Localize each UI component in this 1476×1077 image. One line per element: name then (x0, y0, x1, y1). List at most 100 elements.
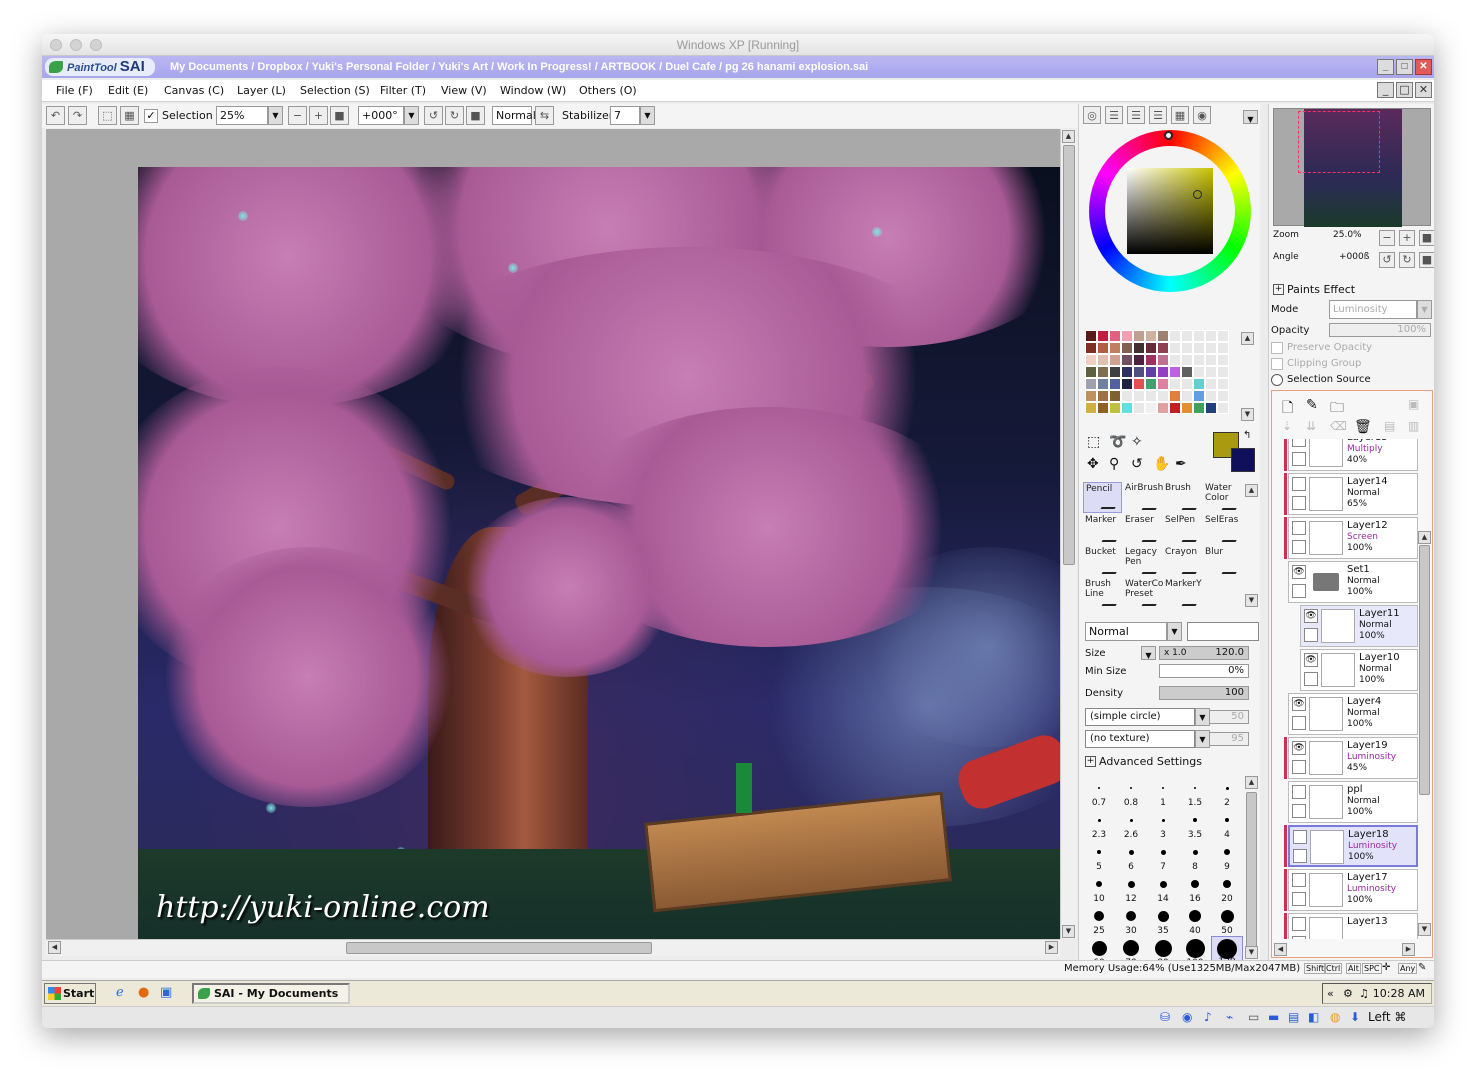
swatch-scroll-down-icon[interactable]: ▼ (1241, 408, 1254, 421)
lock-toggle[interactable] (1292, 804, 1306, 818)
network-adapter-icon[interactable]: ▤ (1288, 1010, 1299, 1024)
shape-dropdown-icon[interactable]: ▼ (1195, 708, 1210, 726)
tool-pencil[interactable]: Pencil (1083, 482, 1122, 513)
color-swatch[interactable] (1193, 390, 1205, 402)
scroll-right-icon[interactable]: ▶ (1045, 941, 1058, 954)
layer-row[interactable]: 👁 Layer10 Normal 100% (1300, 649, 1418, 691)
color-swatch[interactable] (1169, 366, 1181, 378)
brush-size-preset[interactable]: 0.8 (1115, 776, 1147, 808)
color-wheel[interactable] (1089, 130, 1251, 292)
color-swatch[interactable] (1193, 354, 1205, 366)
color-swatch[interactable] (1205, 342, 1217, 354)
brush-size-preset[interactable]: 1.5 (1179, 776, 1211, 808)
brush-size-preset[interactable]: 4 (1211, 808, 1243, 840)
color-swatch[interactable] (1217, 402, 1229, 414)
menu-layer[interactable]: Layer (L) (237, 84, 286, 97)
tool-brush-line[interactable]: Brush Line (1083, 578, 1123, 609)
advanced-settings-label[interactable]: Advanced Settings (1099, 755, 1202, 768)
color-swatch[interactable] (1085, 402, 1097, 414)
color-swatch[interactable] (1217, 366, 1229, 378)
color-swatch[interactable] (1109, 366, 1121, 378)
nav-rotate-right-icon[interactable]: ↻ (1399, 252, 1415, 268)
color-swatch[interactable] (1145, 402, 1157, 414)
menu-view[interactable]: View (V) (441, 84, 487, 97)
invert-selection-icon[interactable]: ▦ (120, 106, 139, 125)
brush-size-preset[interactable]: 10 (1083, 872, 1115, 904)
color-swatch[interactable] (1085, 390, 1097, 402)
shape-strength[interactable]: 50 (1209, 710, 1249, 724)
navigator-thumbnail[interactable] (1273, 108, 1431, 227)
start-button[interactable]: Start (44, 983, 96, 1004)
lock-toggle[interactable] (1292, 540, 1306, 554)
tool-scroll-down-icon[interactable]: ▼ (1245, 594, 1258, 607)
color-swatch[interactable] (1121, 378, 1133, 390)
color-swatch[interactable] (1085, 366, 1097, 378)
visibility-toggle[interactable] (1292, 477, 1306, 491)
brush-size-preset[interactable]: 50 (1211, 904, 1243, 936)
show-desktop-icon[interactable]: ▣ (160, 985, 172, 1000)
network-icon[interactable]: ⚙ (1343, 984, 1353, 1003)
menu-selection[interactable]: Selection (S) (300, 84, 370, 97)
color-swatch[interactable] (1109, 378, 1121, 390)
artwork[interactable]: http://yuki-online.com (138, 167, 1060, 939)
angle-dropdown-icon[interactable]: ▼ (404, 106, 419, 125)
nav-zoom-reset-icon[interactable]: ■ (1419, 230, 1434, 246)
color-swatch[interactable] (1205, 402, 1217, 414)
color-swatch[interactable] (1133, 390, 1145, 402)
color-swatch[interactable] (1181, 402, 1193, 414)
tool-legacy-pen[interactable]: Legacy Pen (1123, 546, 1163, 577)
brush-size-preset[interactable]: 16 (1179, 872, 1211, 904)
layer-row[interactable]: 👁 Layer4 Normal 100% (1288, 693, 1418, 735)
menu-window[interactable]: Window (W) (500, 84, 566, 97)
swap-colors-icon[interactable]: ↰ (1243, 430, 1251, 441)
doc-close-button[interactable]: ✕ (1415, 82, 1432, 98)
color-swatch[interactable] (1145, 330, 1157, 342)
clear-layer-icon[interactable]: ⌫ (1330, 419, 1347, 433)
layer-row[interactable]: Layer17 Luminosity 100% (1288, 869, 1418, 911)
color-wheel-tab-icon[interactable]: ◎ (1083, 106, 1101, 124)
brush-blend-select[interactable]: Normal (1085, 622, 1167, 641)
scroll-thumb[interactable] (346, 942, 652, 954)
tool-empty[interactable] (1203, 578, 1242, 609)
layer-row[interactable]: Layer14 Normal 65% (1288, 473, 1418, 515)
color-swatch[interactable] (1085, 354, 1097, 366)
color-swatch[interactable] (1193, 330, 1205, 342)
color-swatch[interactable] (1109, 354, 1121, 366)
magic-wand-icon[interactable]: ✧ (1131, 434, 1143, 450)
brush-size-preset[interactable]: 9 (1211, 840, 1243, 872)
color-swatch[interactable] (1169, 354, 1181, 366)
hdd-icon[interactable]: ⛁ (1160, 1010, 1170, 1024)
color-swatch[interactable] (1133, 330, 1145, 342)
color-swatch[interactable] (1205, 354, 1217, 366)
rgb-slider-tab-icon[interactable]: ☰ (1105, 106, 1123, 124)
dots-scroll-thumb[interactable] (1246, 792, 1257, 952)
menu-others[interactable]: Others (O) (579, 84, 637, 97)
color-swatch[interactable] (1217, 390, 1229, 402)
color-swatch[interactable] (1217, 354, 1229, 366)
color-swatch[interactable] (1145, 378, 1157, 390)
brush-size-preset[interactable]: 6 (1115, 840, 1147, 872)
firefox-icon[interactable]: ● (138, 985, 149, 1000)
color-swatch[interactable] (1181, 366, 1193, 378)
tray-expand-icon[interactable]: « (1327, 984, 1334, 1003)
brush-size-preset[interactable]: 20 (1211, 872, 1243, 904)
color-swatch[interactable] (1181, 390, 1193, 402)
color-swatch[interactable] (1169, 390, 1181, 402)
eye-icon[interactable]: 👁 (1292, 697, 1306, 711)
color-swatch[interactable] (1145, 390, 1157, 402)
layer-scroll-thumb[interactable] (1419, 545, 1430, 795)
close-traffic-light[interactable] (50, 39, 62, 51)
brush-size-preset[interactable]: 14 (1147, 872, 1179, 904)
tool-markery[interactable]: MarkerY (1163, 578, 1203, 609)
visibility-toggle[interactable] (1292, 873, 1306, 887)
color-swatch[interactable] (1181, 354, 1193, 366)
optical-drive-icon[interactable]: ◉ (1182, 1010, 1192, 1024)
sv-marker[interactable] (1193, 190, 1202, 199)
eye-icon[interactable]: 👁 (1304, 653, 1318, 667)
pen-icon[interactable] (1293, 849, 1307, 863)
zoom-in-icon[interactable]: + (309, 106, 328, 125)
tool-airbrush[interactable]: AirBrush (1123, 482, 1163, 513)
size-mult-dropdown-icon[interactable]: ▼ (1141, 646, 1156, 660)
delete-layer-icon[interactable]: 🗑 (1354, 419, 1372, 435)
zoom-reset-icon[interactable]: ■ (330, 106, 349, 125)
